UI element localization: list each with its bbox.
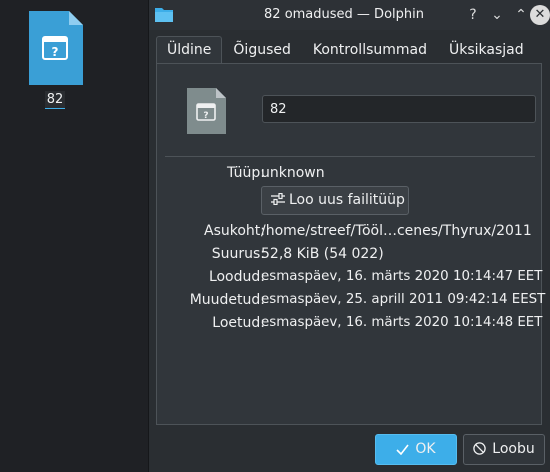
tab-bar: Üldine Õigused Kontrollsummad Üksikasjad bbox=[156, 36, 535, 64]
desktop-file-label[interactable]: 82 bbox=[45, 91, 65, 109]
unknown-file-icon[interactable]: ? bbox=[27, 11, 83, 87]
create-file-type-label: Loo uus failitüüp bbox=[289, 192, 405, 208]
location-label: Asukoht: bbox=[204, 223, 265, 239]
tab-checksums[interactable]: Kontrollsummad bbox=[302, 36, 438, 62]
modified-label: Muudetud: bbox=[189, 292, 265, 308]
created-label: Loodud: bbox=[208, 269, 265, 285]
title-bar[interactable]: 82 omadused — Dolphin ? ⌄ ⌃ ✕ bbox=[149, 0, 550, 30]
help-button[interactable]: ? bbox=[462, 4, 484, 26]
separator bbox=[165, 156, 535, 157]
type-value: unknown bbox=[261, 165, 325, 181]
cancel-icon bbox=[473, 442, 487, 455]
close-button[interactable]: ✕ bbox=[530, 5, 550, 25]
window-title: 82 omadused — Dolphin bbox=[264, 7, 424, 22]
maximize-button[interactable]: ⌃ bbox=[510, 4, 532, 26]
properties-dialog: 82 omadused — Dolphin ? ⌄ ⌃ ✕ Üldine Õig… bbox=[148, 0, 550, 472]
minimize-button[interactable]: ⌄ bbox=[486, 4, 508, 26]
settings-sliders-icon bbox=[271, 193, 285, 205]
modified-value: esmaspäev, 25. aprill 2011 09:42:14 EEST bbox=[261, 292, 546, 307]
size-value: 52,8 KiB (54 022) bbox=[261, 246, 384, 262]
accessed-label: Loetud: bbox=[212, 315, 265, 331]
folder-icon bbox=[155, 8, 173, 22]
general-panel: ? Tüüp: unknown Loo uus failitüüp Asukoh… bbox=[156, 63, 546, 425]
tab-general[interactable]: Üldine bbox=[156, 36, 223, 64]
tab-details[interactable]: Üksikasjad bbox=[438, 36, 535, 62]
location-value: /home/streef/Tööl…cenes/Thyrux/2011 bbox=[261, 223, 532, 239]
svg-text:?: ? bbox=[52, 45, 59, 59]
ok-button[interactable]: OK bbox=[375, 434, 457, 465]
check-icon bbox=[396, 444, 410, 455]
type-label: Tüüp: bbox=[227, 165, 265, 181]
filename-input[interactable] bbox=[262, 95, 536, 123]
file-type-icon[interactable]: ? bbox=[186, 88, 226, 134]
tab-permissions[interactable]: Õigused bbox=[222, 36, 301, 62]
created-value: esmaspäev, 16. märts 2020 10:14:47 EET bbox=[261, 269, 543, 284]
accessed-value: esmaspäev, 16. märts 2020 10:14:48 EET bbox=[261, 315, 543, 330]
svg-text:?: ? bbox=[203, 111, 208, 121]
cancel-button[interactable]: Loobu bbox=[463, 434, 545, 465]
size-label: Suurus: bbox=[211, 246, 265, 262]
ok-label: OK bbox=[415, 441, 436, 457]
create-file-type-button[interactable]: Loo uus failitüüp bbox=[261, 186, 409, 215]
cancel-label: Loobu bbox=[492, 441, 535, 457]
